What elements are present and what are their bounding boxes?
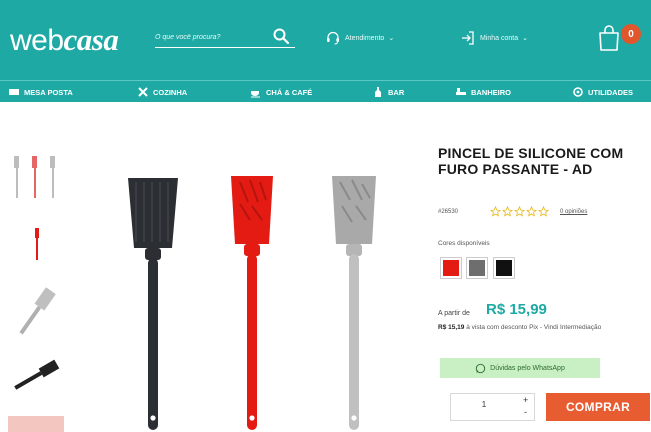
thumbnail-three-brushes[interactable] [6, 150, 66, 206]
search-bar [155, 26, 295, 48]
price-prefix: A partir de [438, 310, 470, 317]
product-page: webcasa Atendimento ⌄ [0, 0, 651, 432]
star-icon [502, 206, 513, 217]
star-icon [490, 206, 501, 217]
rating-stars[interactable] [490, 206, 549, 218]
nav-item-mesa-posta[interactable]: MESA POSTA [8, 81, 73, 103]
nav-item-label: BAR [388, 87, 405, 97]
crossed-utensils-icon [138, 87, 148, 97]
thumbnail-black-brush-angle[interactable] [6, 348, 66, 404]
quantity-decrease-button[interactable]: - [524, 407, 527, 417]
quantity-value[interactable]: 1 [451, 400, 517, 409]
whatsapp-button[interactable]: Dúvidas pelo WhatsApp [440, 358, 600, 378]
support-link[interactable]: Atendimento ⌄ [325, 28, 394, 48]
thumbnail-gallery [6, 150, 70, 432]
cart-count-badge[interactable]: 0 [621, 24, 641, 44]
bottle-icon [375, 87, 381, 97]
utilities-icon [573, 87, 583, 97]
brand-name-plain: web [10, 24, 64, 57]
search-input[interactable] [155, 29, 265, 45]
bath-icon [456, 88, 466, 95]
brand-logo[interactable]: webcasa [10, 22, 119, 58]
thumbnail-red-brush[interactable] [6, 216, 66, 272]
thumbnail-more[interactable] [6, 412, 66, 432]
chevron-down-icon: ⌄ [388, 35, 395, 42]
star-icon [514, 206, 525, 217]
main-product-image [128, 176, 376, 430]
star-icon [538, 206, 549, 217]
nav-item-label: BANHEIRO [471, 87, 512, 97]
color-swatch-red[interactable] [440, 257, 462, 279]
pix-price: R$ 15,19 [438, 324, 465, 331]
product-sku: #26530 [438, 209, 459, 215]
nav-item-label: MESA POSTA [24, 87, 73, 97]
headset-icon [327, 31, 339, 45]
login-icon [462, 31, 474, 45]
search-icon[interactable] [272, 27, 290, 45]
account-label: Minha conta [480, 34, 519, 42]
reviews-link[interactable]: 0 opiniões [560, 209, 587, 215]
whatsapp-label: Dúvidas pelo WhatsApp [490, 364, 565, 372]
product-price: R$ 15,99 [486, 301, 547, 318]
teacup-icon [251, 91, 260, 98]
color-swatch-gray[interactable] [466, 257, 488, 279]
nav-item-bar[interactable]: BAR [372, 81, 404, 103]
colors-label: Cores disponíveis [438, 240, 490, 247]
color-swatch-black[interactable] [493, 257, 515, 279]
thumbnail-gray-brush-angle[interactable] [6, 284, 66, 340]
quantity-stepper: 1 + - [450, 393, 535, 421]
nav-item-label: CHÁ & CAFÉ [266, 87, 313, 97]
product-title: PINCEL DE SILICONE COM FURO PASSANTE - A… [438, 145, 624, 177]
category-nav: MESA POSTA COZINHA CHÁ & CAFÉ BAR BANHEI… [0, 80, 651, 102]
shopping-bag-icon[interactable] [596, 24, 622, 52]
nav-item-cha-cafe[interactable]: CHÁ & CAFÉ [250, 81, 312, 103]
nav-item-label: UTILIDADES [588, 87, 633, 97]
star-icon [526, 206, 537, 217]
buy-button[interactable]: COMPRAR [546, 393, 650, 421]
chevron-down-icon: ⌄ [522, 35, 529, 42]
brand-name-italic: casa [63, 22, 119, 57]
nav-item-banheiro[interactable]: BANHEIRO [455, 81, 511, 103]
pix-price-note: R$ 15,19 à vista com desconto Pix - Vind… [438, 323, 643, 332]
support-label: Atendimento [345, 34, 385, 42]
pix-text: à vista com desconto Pix - Vindi Interme… [466, 324, 602, 331]
account-link[interactable]: Minha conta ⌄ [460, 28, 528, 48]
whatsapp-icon [475, 363, 486, 373]
quantity-increase-button[interactable]: + [523, 395, 528, 405]
nav-item-cozinha[interactable]: COZINHA [137, 81, 187, 103]
nav-item-label: COZINHA [153, 87, 188, 97]
site-header: webcasa Atendimento ⌄ [0, 0, 651, 80]
table-setting-icon [9, 89, 19, 95]
nav-item-utilidades[interactable]: UTILIDADES [572, 81, 633, 103]
